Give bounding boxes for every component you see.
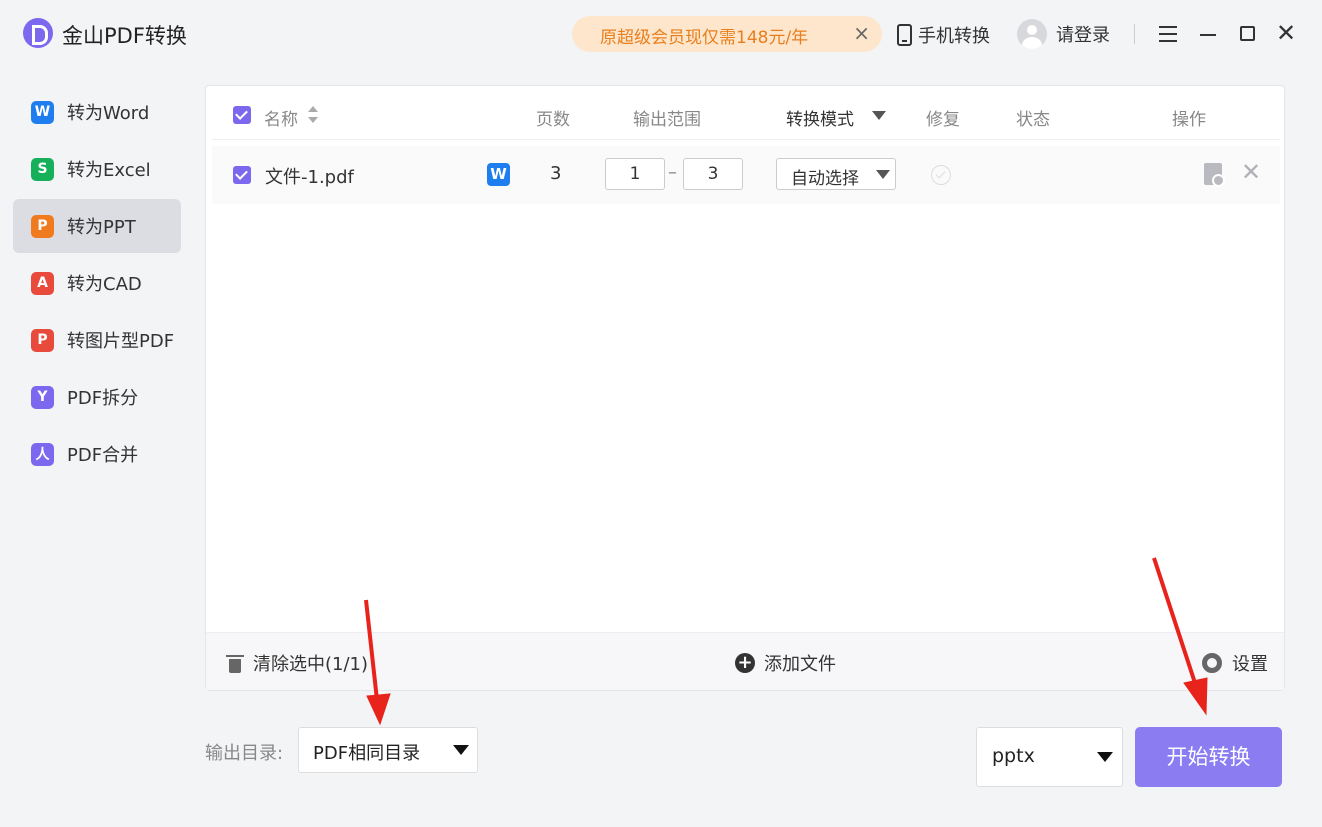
title-bar: 金山PDF转换 原超级会员现仅需148元/年 × 手机转换 请登录 ✕ [0, 0, 1322, 68]
sidebar-item[interactable]: W 转为Word [13, 85, 181, 139]
promo-banner[interactable]: 原超级会员现仅需148元/年 × [572, 16, 882, 52]
sidebar-item[interactable]: P 转为PPT [13, 199, 181, 253]
cad-icon: A [31, 271, 54, 295]
page-count: 3 [550, 163, 562, 184]
row-checkbox[interactable] [233, 166, 251, 184]
chevron-down-icon [1097, 752, 1113, 762]
login-label: 请登录 [1056, 25, 1110, 46]
repair-check-icon[interactable] [931, 165, 951, 185]
sidebar-item-label: 转为CAD [67, 274, 142, 295]
header-pages: 页数 [536, 110, 570, 130]
avatar-icon [1017, 19, 1047, 49]
header-actions: 操作 [1172, 110, 1206, 130]
table-footer: 清除选中(1/1) + 添加文件 设置 [206, 632, 1284, 690]
output-dir-label: 输出目录: [205, 743, 284, 764]
sort-icon[interactable] [308, 104, 318, 126]
mobile-convert-label: 手机转换 [918, 26, 990, 47]
start-convert-button[interactable]: 开始转换 [1135, 727, 1282, 787]
maximize-icon[interactable] [1236, 22, 1260, 46]
header-divider [1134, 24, 1135, 44]
add-file-label: 添加文件 [764, 654, 836, 675]
login-button[interactable]: 请登录 [1017, 18, 1110, 50]
mobile-convert-button[interactable]: 手机转换 [897, 22, 990, 48]
sidebar-item-label: PDF合并 [67, 445, 139, 466]
output-format-select[interactable]: pptx [976, 727, 1123, 787]
range-to-input[interactable]: 3 [683, 158, 743, 190]
merge-icon: 人 [31, 442, 54, 466]
word-format-icon: W [487, 163, 510, 186]
word-icon: W [31, 100, 54, 124]
app-logo-icon [23, 18, 53, 48]
trash-icon [226, 653, 244, 673]
close-icon[interactable]: ✕ [1274, 21, 1298, 46]
excel-icon: S [31, 157, 54, 181]
promo-close-icon[interactable]: × [853, 21, 870, 45]
output-dir-select[interactable]: PDF相同目录 [298, 727, 478, 773]
preview-icon[interactable] [1204, 163, 1225, 187]
clear-selected-button[interactable]: 清除选中(1/1) [226, 650, 368, 676]
plus-circle-icon: + [735, 653, 755, 673]
file-name: 文件-1.pdf [265, 167, 354, 188]
select-all-checkbox[interactable] [233, 106, 251, 124]
ppt-icon: P [31, 214, 54, 238]
sidebar-item[interactable]: 人 PDF合并 [13, 427, 181, 481]
mode-dropdown-icon[interactable] [872, 111, 886, 120]
app-title: 金山PDF转换 [62, 24, 187, 48]
minimize-icon[interactable] [1197, 22, 1221, 46]
sidebar-item-label: 转图片型PDF [67, 331, 175, 352]
clear-selected-label: 清除选中(1/1) [253, 654, 369, 675]
split-icon: Y [31, 385, 54, 409]
range-from-input[interactable]: 1 [605, 158, 665, 190]
settings-button[interactable]: 设置 [1202, 650, 1268, 676]
chevron-down-icon [453, 745, 469, 755]
range-separator: – [668, 162, 677, 183]
sidebar-item-label: 转为Excel [67, 160, 151, 181]
remove-file-icon[interactable]: ✕ [1241, 158, 1261, 186]
output-dir-value: PDF相同目录 [313, 743, 421, 764]
chevron-down-icon [876, 170, 890, 179]
header-mode[interactable]: 转换模式 [786, 105, 854, 130]
header-status: 状态 [1016, 110, 1050, 130]
sidebar-item-label: PDF拆分 [67, 388, 139, 409]
table-header: 名称 页数 输出范围 转换模式 修复 状态 操作 [212, 86, 1280, 140]
sidebar-item[interactable]: P 转图片型PDF [13, 313, 181, 367]
table-row[interactable]: 文件-1.pdf W 3 1 – 3 自动选择 ✕ [212, 146, 1280, 204]
settings-label: 设置 [1232, 654, 1268, 675]
sidebar-item[interactable]: Y PDF拆分 [13, 370, 181, 424]
sidebar-item-label: 转为PPT [67, 217, 136, 238]
file-table-panel: 名称 页数 输出范围 转换模式 修复 状态 操作 文件-1.pdf W 3 1 … [205, 85, 1285, 691]
gear-icon [1202, 653, 1222, 673]
header-repair: 修复 [926, 110, 960, 130]
image-pdf-icon: P [31, 328, 54, 352]
promo-text[interactable]: 原超级会员现仅需148元/年 [600, 23, 808, 48]
menu-icon[interactable] [1157, 22, 1181, 46]
add-file-button[interactable]: + 添加文件 [735, 650, 836, 676]
phone-icon [897, 24, 912, 46]
sidebar-item-label: 转为Word [67, 103, 150, 124]
header-name[interactable]: 名称 [264, 105, 298, 130]
sidebar-item[interactable]: A 转为CAD [13, 256, 181, 310]
output-format-value: pptx [992, 745, 1035, 767]
mode-select-value: 自动选择 [791, 169, 859, 189]
sidebar-item[interactable]: S 转为Excel [13, 142, 181, 196]
mode-select[interactable]: 自动选择 [776, 158, 896, 190]
header-range: 输出范围 [633, 110, 701, 130]
